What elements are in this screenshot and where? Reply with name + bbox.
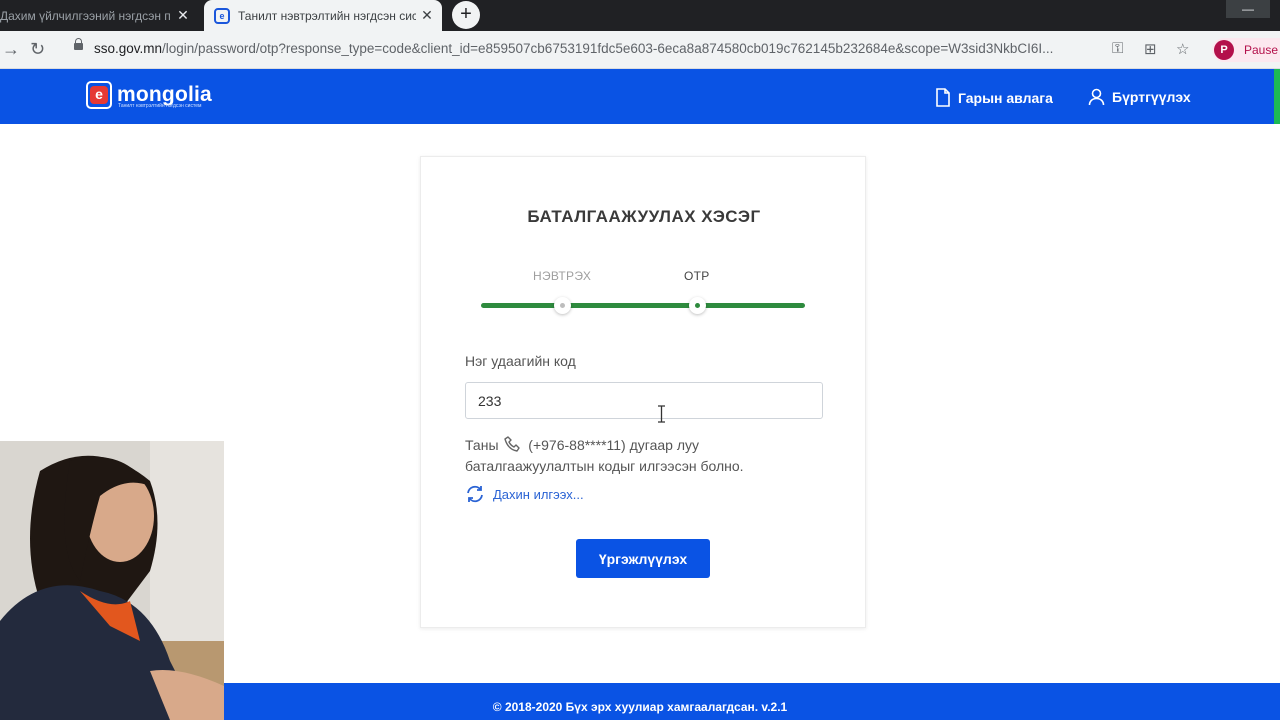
profile-avatar: P <box>1214 40 1234 60</box>
url-path: /login/password/otp?response_type=code&c… <box>162 41 1054 56</box>
presenter-video-image <box>0 441 224 720</box>
browser-tab-egov[interactable]: Дахим үйлчилгээний нэгдсэн п ✕ <box>0 0 198 31</box>
register-link[interactable]: Бүртгүүлэх <box>1088 88 1191 106</box>
refresh-icon <box>467 485 483 503</box>
otp-info-text: Таны (+976-88****11) дугаар луу баталгаа… <box>465 435 825 477</box>
forward-arrow-icon[interactable]: → <box>2 39 20 60</box>
user-icon <box>1088 88 1105 106</box>
continue-button[interactable]: Үргэжлүүлэх <box>576 539 710 578</box>
tab-title: Дахим үйлчилгээний нэгдсэн п <box>0 8 171 23</box>
presenter-webcam-overlay <box>0 441 224 720</box>
key-icon[interactable]: ⚿ <box>1112 40 1123 57</box>
step-label-otp: OTP <box>684 269 710 283</box>
browser-toolbar: → ↻ sso.gov.mn/login/password/otp?respon… <box>0 31 1280 69</box>
phone-icon <box>504 436 521 452</box>
profile-label: Pause <box>1244 43 1279 57</box>
address-bar[interactable]: sso.gov.mn/login/password/otp?response_t… <box>62 36 1202 64</box>
profile-chip[interactable]: P Pause <box>1212 38 1280 62</box>
info-phone: (+976-88****11) дугаар луу <box>528 437 699 453</box>
minimize-icon[interactable]: — <box>1226 0 1270 18</box>
step-knob-login <box>554 297 571 314</box>
tab-title: Танилт нэвтрэлтийн нэгдсэн сис <box>238 8 416 23</box>
logo-tagline: Танилт нэвтрэлтийн нэгдсэн систем <box>118 103 202 109</box>
browser-tab-sso[interactable]: e Танилт нэвтрэлтийн нэгдсэн сис ✕ <box>204 0 442 31</box>
browser-tab-strip: Дахим үйлчилгээний нэгдсэн п ✕ e Танилт … <box>0 0 1280 31</box>
header-edge-accent <box>1274 69 1280 124</box>
otp-input[interactable] <box>465 382 823 419</box>
register-link-label: Бүртгүүлэх <box>1112 89 1191 105</box>
resend-link[interactable]: Дахин илгээх... <box>465 485 584 503</box>
info-prefix: Таны <box>465 437 499 453</box>
url-host: sso.gov.mn <box>94 41 163 56</box>
step-knob-otp <box>689 297 706 314</box>
new-tab-button[interactable]: + <box>452 1 480 29</box>
close-icon[interactable]: ✕ <box>416 7 438 24</box>
otp-field-label: Нэг удаагийн код <box>465 353 576 369</box>
site-header: e mongolia Танилт нэвтрэлтийн нэгдсэн си… <box>0 69 1280 124</box>
e-mongolia-favicon-icon: e <box>214 7 230 24</box>
card-title: БАТАЛГААЖУУЛАХ ХЭСЭГ <box>527 207 761 226</box>
text-cursor-icon <box>658 405 665 423</box>
lock-icon <box>74 38 83 50</box>
logo-e-icon: e <box>86 81 112 109</box>
verification-card: БАТАЛГААЖУУЛАХ ХЭСЭГ НЭВТРЭХ OTP Нэг уда… <box>420 156 866 628</box>
manual-link[interactable]: Гарын авлага <box>935 88 1053 107</box>
document-icon <box>936 88 950 107</box>
reload-icon[interactable]: ↻ <box>30 39 45 60</box>
progress-track <box>481 303 805 308</box>
translate-icon[interactable]: ⊞ <box>1144 40 1157 58</box>
logo-letter: e <box>90 86 108 104</box>
info-line2: баталгаажуулалтын кодыг илгээсэн болно. <box>465 458 744 474</box>
manual-link-label: Гарын авлага <box>958 89 1053 106</box>
url-text: sso.gov.mn/login/password/otp?response_t… <box>94 41 1094 56</box>
e-mongolia-logo[interactable]: e mongolia Танилт нэвтрэлтийн нэгдсэн си… <box>86 81 212 109</box>
star-icon[interactable]: ☆ <box>1176 40 1189 58</box>
resend-label: Дахин илгээх... <box>493 486 584 502</box>
site-footer: © 2018-2020 Бүх эрх хуулиар хамгаалагдса… <box>224 683 1280 720</box>
close-icon[interactable]: ✕ <box>172 7 194 24</box>
step-label-login: НЭВТРЭХ <box>533 269 592 283</box>
